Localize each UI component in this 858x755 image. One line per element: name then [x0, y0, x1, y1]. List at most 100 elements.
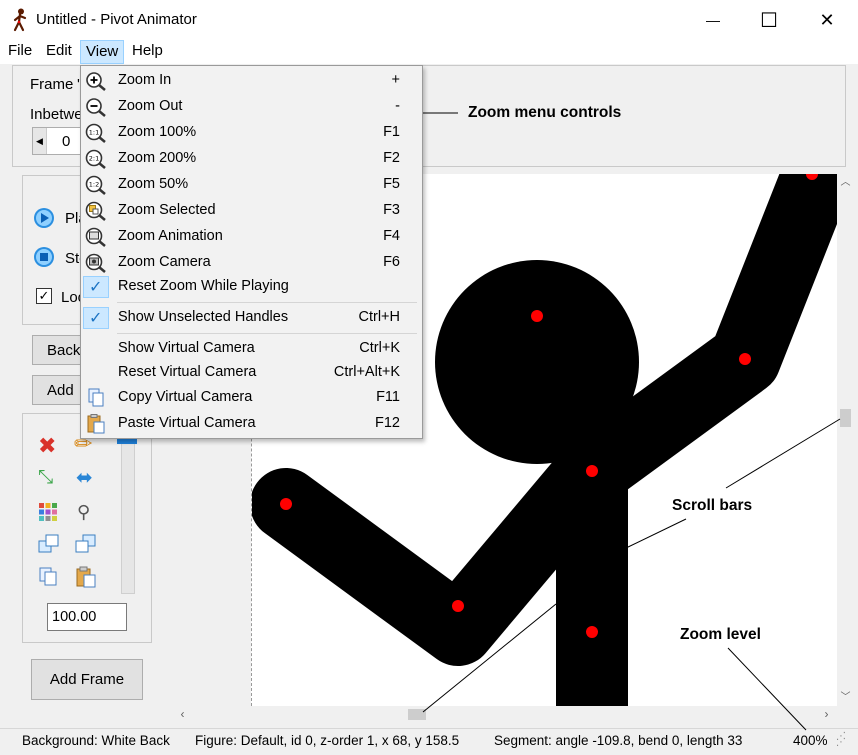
menu-item-shortcut: F5 [383, 176, 400, 192]
annotation-zoom-level: Zoom level [680, 626, 761, 643]
scale-slider-track[interactable] [121, 430, 135, 594]
menu-item-zoom-out[interactable]: Zoom Out - [81, 95, 422, 119]
zoom-animation-icon [85, 227, 106, 247]
scale-input[interactable]: 100.00 [47, 603, 127, 631]
inbetween-label: Inbetwe [30, 106, 83, 123]
menu-view[interactable]: View [80, 40, 125, 64]
menu-item-zoom-200[interactable]: 2:1 Zoom 200% F2 [81, 147, 422, 171]
zoom-50-badge: 1:2 [89, 181, 99, 189]
window-title: Untitled - Pivot Animator [36, 11, 197, 28]
shrink-icon[interactable]: ⤡ [38, 468, 53, 488]
spinner-left-icon[interactable]: ◀ [33, 128, 47, 154]
menu-item-shortcut: F4 [383, 228, 400, 244]
check-icon: ✓ [89, 279, 103, 296]
annotation-zoom-menu: Zoom menu controls [468, 104, 622, 121]
menu-item-label: Zoom In [118, 72, 172, 88]
menu-item-shortcut: F2 [383, 150, 400, 166]
play-icon[interactable] [33, 207, 55, 229]
delete-icon[interactable]: ✖ [38, 435, 56, 457]
vertical-scroll-thumb[interactable] [840, 409, 851, 427]
inbetween-value: 0 [62, 133, 71, 150]
zoom-100-badge: 1:1 [89, 129, 99, 137]
menu-item-label: Zoom 50% [118, 176, 189, 192]
menu-item-label: Copy Virtual Camera [118, 389, 253, 405]
menu-item-zoom-in[interactable]: Zoom In + [81, 69, 422, 93]
maximize-button[interactable]: ☐ [740, 0, 798, 40]
horizontal-scrollbar[interactable]: ‹ › [172, 706, 837, 723]
status-figure: Figure: Default, id 0, z-order 1, x 68, … [195, 733, 460, 748]
horizontal-scroll-thumb[interactable] [408, 709, 426, 720]
menu-file[interactable]: File [3, 40, 37, 64]
scroll-right-icon[interactable]: › [818, 706, 835, 723]
resize-grip-icon[interactable]: ⋰ ⋰ [836, 732, 847, 748]
menu-item-label: Show Virtual Camera [118, 340, 255, 356]
view-menu-dropdown: Zoom In + Zoom Out - 1:1 Zoom 100% F1 2:… [80, 65, 423, 439]
close-window-button[interactable]: ✕ [798, 0, 856, 40]
check-icon: ✓ [89, 310, 103, 327]
zoom-camera-icon [85, 253, 106, 273]
scroll-up-icon[interactable]: ︿ [837, 174, 854, 191]
menu-item-shortcut: Ctrl+K [359, 340, 400, 356]
status-background: Background: White Back [22, 733, 170, 748]
add-frame-button-label: Add Frame [49, 671, 125, 688]
menu-item-zoom-animation[interactable]: Zoom Animation F4 [81, 225, 422, 249]
menu-item-shortcut: - [395, 98, 400, 114]
menu-item-label: Paste Virtual Camera [118, 415, 256, 431]
paste-camera-icon [87, 414, 105, 434]
add-frame-button[interactable]: Add Frame [31, 659, 143, 700]
scroll-down-icon[interactable]: ﹀ [837, 689, 854, 706]
status-segment: Segment: angle -109.8, bend 0, length 33 [494, 733, 743, 748]
menu-item-show-unselected-handles[interactable]: ✓ Show Unselected Handles Ctrl+H [81, 306, 422, 330]
pivot-app-icon [13, 8, 27, 32]
menu-item-label: Zoom Animation [118, 228, 223, 244]
menu-edit[interactable]: Edit [41, 40, 77, 64]
zoom-selected-icon [85, 201, 106, 221]
flip-icon[interactable]: ⬌ [76, 468, 93, 488]
send-backward-icon[interactable] [75, 534, 97, 554]
zoom-50-icon: 1:2 [85, 175, 106, 195]
scroll-left-icon[interactable]: ‹ [174, 706, 191, 723]
copy-camera-icon [88, 388, 104, 407]
menu-item-label: Zoom Selected [118, 202, 216, 218]
minimize-button[interactable]: — [684, 0, 742, 40]
menu-help[interactable]: Help [127, 40, 168, 64]
menu-item-zoom-selected[interactable]: Zoom Selected F3 [81, 199, 422, 223]
menu-item-label: Zoom Out [118, 98, 183, 114]
bring-forward-icon[interactable] [38, 534, 60, 554]
menu-item-copy-virtual-camera[interactable]: Copy Virtual Camera F11 [81, 386, 422, 410]
annotation-scroll-bars: Scroll bars [672, 497, 753, 514]
copy-icon[interactable] [38, 566, 58, 586]
stop-icon[interactable] [33, 246, 55, 268]
menu-item-label: Show Unselected Handles [118, 309, 289, 325]
loop-checkbox[interactable]: ✓ [36, 288, 52, 304]
menu-item-label: Zoom 100% [118, 124, 197, 140]
joint-tool-icon[interactable]: ⚲ [77, 502, 90, 522]
zoom-200-icon: 2:1 [85, 149, 106, 169]
add-button-label: Add [47, 381, 74, 399]
color-grid-icon[interactable] [38, 502, 58, 522]
menu-item-reset-virtual-camera[interactable]: Reset Virtual Camera Ctrl+Alt+K [81, 361, 422, 385]
menu-item-zoom-50[interactable]: 1:2 Zoom 50% F5 [81, 173, 422, 197]
maximize-icon: ☐ [760, 9, 778, 32]
menu-item-shortcut: F11 [376, 389, 400, 405]
vertical-scrollbar[interactable]: ︿ ﹀ [837, 174, 854, 706]
menu-item-shortcut: F3 [383, 202, 400, 218]
back-button-label: Back [47, 341, 81, 359]
menu-item-shortcut: F1 [383, 124, 400, 140]
menu-item-label: Zoom Camera [118, 254, 211, 270]
menu-separator [117, 333, 417, 334]
menu-separator [117, 302, 417, 303]
menu-item-shortcut: + [391, 72, 400, 88]
menu-item-paste-virtual-camera[interactable]: Paste Virtual Camera F12 [81, 412, 422, 436]
paste-icon[interactable] [75, 566, 97, 588]
menu-item-reset-zoom-while-playing[interactable]: ✓ Reset Zoom While Playing [81, 275, 422, 299]
minimize-icon: — [706, 12, 720, 28]
status-zoom-level: 400% [793, 733, 828, 748]
menu-item-shortcut: Ctrl+H [358, 309, 401, 325]
menu-item-zoom-camera[interactable]: Zoom Camera F6 [81, 251, 422, 275]
zoom-out-icon [86, 98, 106, 117]
menu-item-zoom-100[interactable]: 1:1 Zoom 100% F1 [81, 121, 422, 145]
zoom-in-icon [86, 72, 106, 91]
menu-item-show-virtual-camera[interactable]: Show Virtual Camera Ctrl+K [81, 337, 422, 361]
zoom-200-badge: 2:1 [89, 155, 99, 163]
